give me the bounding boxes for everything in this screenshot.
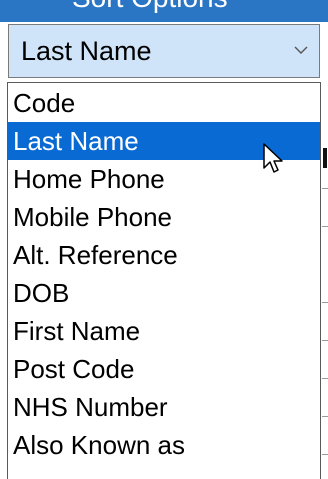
list-item-alt-reference[interactable]: Alt. Reference <box>8 236 320 274</box>
chevron-down-icon[interactable] <box>293 41 309 59</box>
grid-line <box>322 226 328 227</box>
list-item-post-code[interactable]: Post Code <box>8 350 320 388</box>
list-item-first-name[interactable]: First Name <box>8 312 320 350</box>
list-item-dob[interactable]: DOB <box>8 274 320 312</box>
grid-line <box>322 416 328 417</box>
list-item-mobile-phone[interactable]: Mobile Phone <box>8 198 320 236</box>
header-partial-text: Sort Options <box>72 0 228 12</box>
background-column-stub <box>323 148 327 168</box>
mouse-pointer-icon <box>263 143 283 173</box>
grid-line <box>322 188 328 189</box>
window-header-strip: Sort Options <box>0 0 328 22</box>
list-item-code[interactable]: Code <box>8 84 320 122</box>
grid-line <box>322 378 328 379</box>
list-item-also-known-as[interactable]: Also Known as <box>8 426 320 464</box>
grid-line <box>322 454 328 455</box>
grid-line <box>322 340 328 341</box>
list-item-nhs-number[interactable]: NHS Number <box>8 388 320 426</box>
grid-line <box>322 302 328 303</box>
combobox-selected-value: Last Name <box>21 36 152 66</box>
background-grid-edge <box>321 82 328 479</box>
sort-field-combobox[interactable]: Last Name <box>8 24 320 78</box>
